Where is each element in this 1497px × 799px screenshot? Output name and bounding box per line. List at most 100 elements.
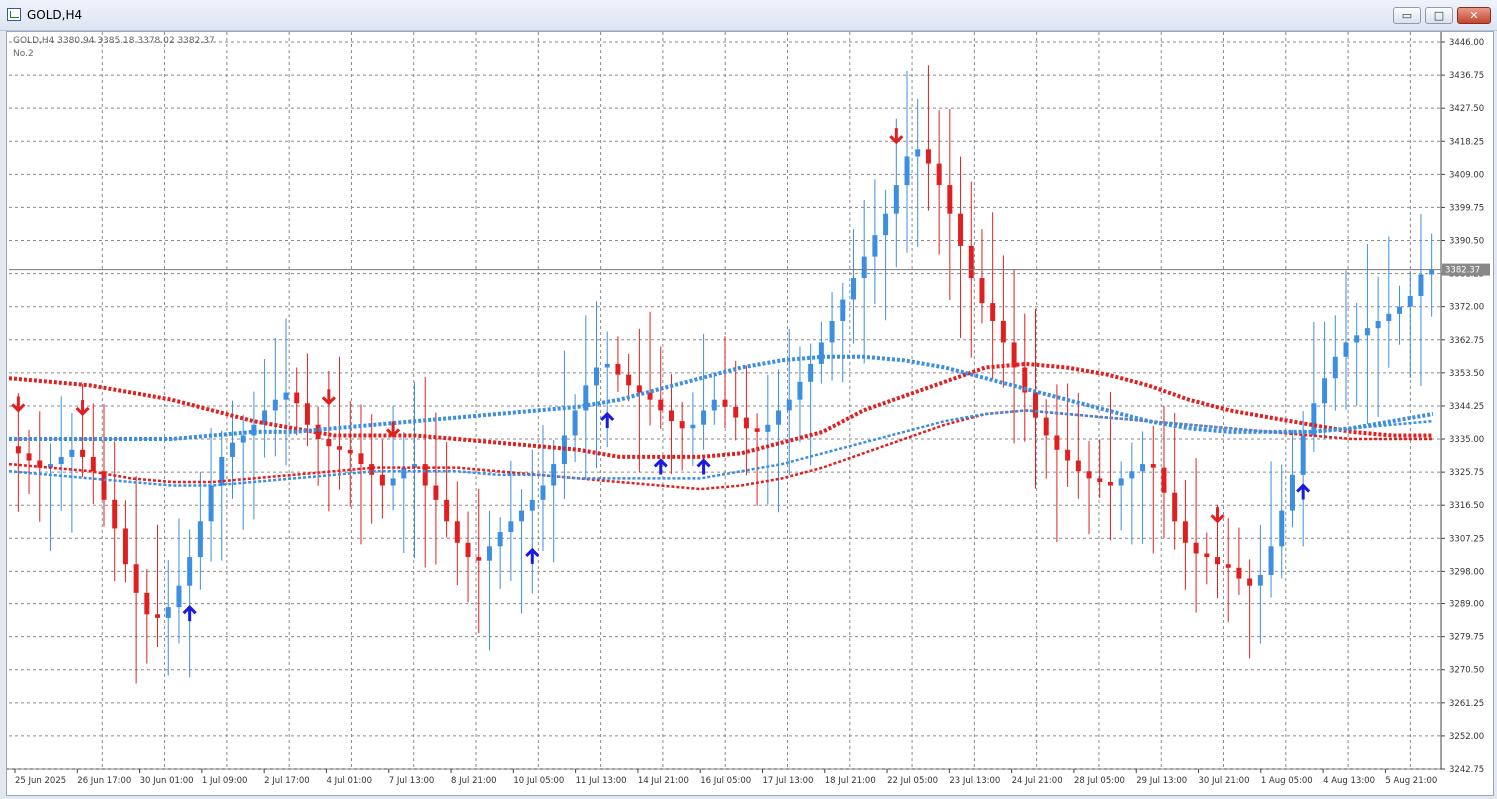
y-tick-label: 3427.50 bbox=[1449, 104, 1484, 114]
candle-body bbox=[658, 399, 664, 411]
minimize-button[interactable]: ▭ bbox=[1393, 7, 1421, 24]
candle-body bbox=[1043, 417, 1049, 436]
y-tick-label: 3372.00 bbox=[1449, 303, 1484, 313]
candle-body bbox=[1193, 542, 1199, 554]
candle-body bbox=[454, 521, 460, 543]
candle-body bbox=[743, 417, 749, 429]
candle-body bbox=[808, 363, 814, 382]
candle-body bbox=[390, 478, 396, 486]
candle-body bbox=[1364, 328, 1370, 336]
sell-arrow-icon bbox=[75, 399, 90, 417]
candle-body bbox=[1332, 356, 1338, 379]
candle-body bbox=[765, 424, 771, 432]
candle-body bbox=[776, 410, 782, 425]
candle-body bbox=[1118, 478, 1124, 486]
candle-body bbox=[615, 363, 621, 375]
y-tick-label: 3252.00 bbox=[1449, 732, 1484, 742]
buy-arrow-icon bbox=[525, 547, 540, 564]
x-tick-label: 1 Aug 05:00 bbox=[1261, 776, 1313, 786]
price-chart[interactable]: 3446.00 3436.75 3427.50 3418.25 3409.00 3399.… bbox=[7, 32, 1493, 795]
terminal-chart-window: GOLD,H4 ▭ □ ✕ 3446.00 3436.75 3427.50 3418.… bbox=[0, 0, 1497, 799]
maximize-button[interactable]: □ bbox=[1425, 7, 1453, 24]
y-tick-label: 3353.50 bbox=[1449, 369, 1484, 379]
x-tick-label: 26 Jun 17:00 bbox=[77, 776, 131, 786]
candle-body bbox=[197, 521, 203, 558]
candle-body bbox=[497, 532, 503, 547]
x-tick-label: 28 Jul 05:00 bbox=[1074, 776, 1125, 786]
x-tick-label: 24 Jul 21:00 bbox=[1012, 776, 1063, 786]
buy-arrow-icon bbox=[600, 411, 615, 428]
candle-body bbox=[1300, 435, 1306, 475]
candle-body bbox=[144, 592, 150, 615]
y-tick-label: 3261.25 bbox=[1449, 699, 1484, 709]
candle-body bbox=[840, 299, 846, 321]
candle-body bbox=[465, 542, 471, 558]
x-tick-label: 30 Jun 01:00 bbox=[140, 776, 194, 786]
candle-body bbox=[1225, 564, 1231, 568]
candle-body bbox=[529, 499, 535, 511]
x-tick-label: 4 Aug 13:00 bbox=[1323, 776, 1375, 786]
y-tick-label: 3335.00 bbox=[1449, 435, 1484, 445]
chart-area[interactable]: 3446.00 3436.75 3427.50 3418.25 3409.00 3399.… bbox=[6, 31, 1494, 796]
candle-body bbox=[958, 213, 964, 246]
y-tick-label: 3399.75 bbox=[1449, 203, 1484, 213]
y-tick-label: 3409.00 bbox=[1449, 170, 1484, 180]
candle-body bbox=[1161, 467, 1167, 493]
candle-body bbox=[486, 546, 492, 561]
candle-body bbox=[861, 256, 867, 279]
candle-body bbox=[519, 510, 525, 522]
candle-body bbox=[283, 392, 289, 400]
candle-body bbox=[1140, 464, 1146, 472]
candle-body bbox=[626, 374, 632, 386]
candle-body bbox=[1407, 295, 1413, 307]
x-tick-label: 1 Jul 09:00 bbox=[202, 776, 248, 786]
candle-body bbox=[401, 467, 407, 479]
y-tick-label: 3242.75 bbox=[1449, 765, 1484, 775]
candle-body bbox=[26, 453, 32, 461]
candle-body bbox=[1150, 464, 1156, 468]
candle-body bbox=[433, 485, 439, 500]
candle-body bbox=[369, 464, 375, 475]
y-tick-label: 3362.75 bbox=[1449, 336, 1484, 346]
x-tick-label: 11 Jul 13:00 bbox=[576, 776, 627, 786]
candle-body bbox=[1375, 320, 1381, 329]
candle-body bbox=[15, 446, 21, 454]
candle-body bbox=[594, 367, 600, 386]
x-tick-label: 17 Jul 13:00 bbox=[762, 776, 813, 786]
candle-body bbox=[508, 521, 514, 533]
candle-body bbox=[165, 607, 171, 618]
candle-body bbox=[1418, 274, 1424, 296]
chart-window-icon bbox=[7, 8, 21, 21]
candle-body bbox=[444, 499, 450, 522]
candle-body bbox=[1354, 335, 1360, 343]
x-tick-label: 5 Aug 21:00 bbox=[1385, 776, 1437, 786]
x-tick-label: 10 Jul 05:00 bbox=[513, 776, 564, 786]
candle-body bbox=[701, 410, 707, 425]
candle-body bbox=[1032, 392, 1038, 418]
y-tick-label: 3307.25 bbox=[1449, 534, 1484, 544]
candle-body bbox=[1054, 435, 1060, 450]
y-tick-label: 3418.25 bbox=[1449, 137, 1484, 147]
candle-body bbox=[1172, 492, 1178, 522]
title-bar[interactable]: GOLD,H4 ▭ □ ✕ bbox=[0, 0, 1497, 31]
candle-body bbox=[754, 428, 760, 432]
x-tick-label: 7 Jul 13:00 bbox=[389, 776, 435, 786]
candle-body bbox=[112, 499, 118, 529]
current-price-label: 3382.37 bbox=[1445, 266, 1480, 276]
candle-body bbox=[229, 442, 235, 457]
y-tick-label: 3270.50 bbox=[1449, 666, 1484, 676]
buy-arrow-icon bbox=[182, 605, 197, 622]
y-tick-label: 3390.50 bbox=[1449, 237, 1484, 247]
close-button[interactable]: ✕ bbox=[1457, 7, 1491, 24]
candle-body bbox=[925, 149, 931, 164]
window-title: GOLD,H4 bbox=[27, 8, 83, 22]
y-tick-label: 3344.25 bbox=[1449, 402, 1484, 412]
candle-body bbox=[1075, 460, 1081, 472]
candle-body bbox=[69, 449, 75, 457]
candle-body bbox=[786, 399, 792, 411]
candle-body bbox=[1086, 471, 1092, 479]
candle-body bbox=[540, 485, 546, 500]
candle-body bbox=[604, 363, 610, 368]
candle-body bbox=[1129, 471, 1135, 479]
y-tick-label: 3316.50 bbox=[1449, 501, 1484, 511]
